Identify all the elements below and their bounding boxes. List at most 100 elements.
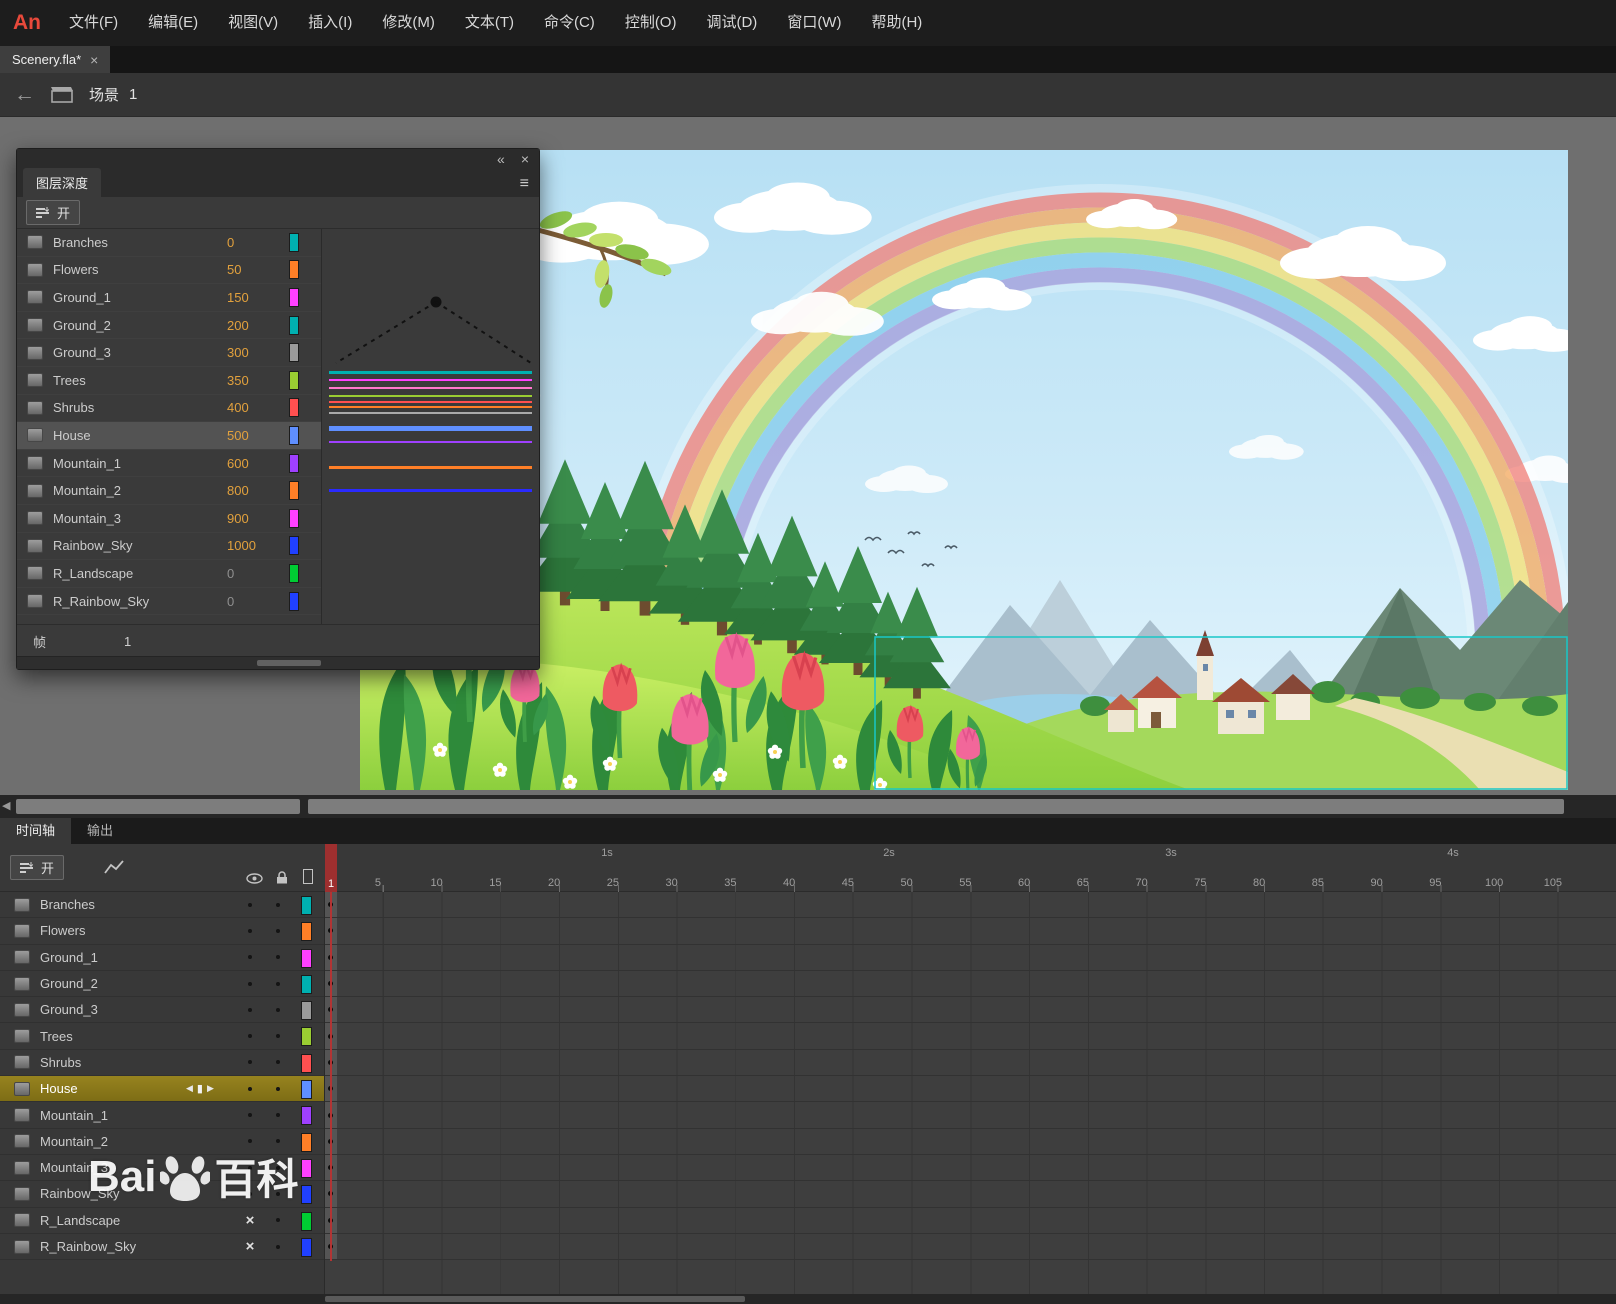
layer-color-swatch[interactable] <box>301 1027 312 1046</box>
layer-color-swatch[interactable] <box>289 509 299 528</box>
layer-visibility-toggle[interactable] <box>242 1181 258 1206</box>
layer-color-swatch[interactable] <box>289 481 299 500</box>
stage-canvas[interactable] <box>360 150 1568 790</box>
layer-color-swatch[interactable] <box>301 922 312 941</box>
layer-visibility-toggle[interactable] <box>242 1155 258 1180</box>
depth-layer-row[interactable]: R_Landscape0 <box>17 560 321 588</box>
layer-color-swatch[interactable] <box>289 288 299 307</box>
depth-viz-line[interactable] <box>329 466 532 469</box>
layer-color-swatch[interactable] <box>301 1106 312 1125</box>
timeline-grid-row[interactable] <box>325 1023 1616 1049</box>
layer-color-swatch[interactable] <box>301 1238 312 1257</box>
layer-lock-toggle[interactable] <box>270 918 286 943</box>
layer-color-swatch[interactable] <box>289 343 299 362</box>
layer-visibility-toggle[interactable] <box>242 997 258 1022</box>
menu-item[interactable]: 编辑(E) <box>133 0 213 46</box>
timeline-layer-row[interactable]: Ground_1 <box>0 945 324 971</box>
depth-panel-scrollbar[interactable] <box>17 656 539 669</box>
timeline-grid-row[interactable] <box>325 1208 1616 1234</box>
timeline-tab[interactable]: 输出 <box>71 818 129 844</box>
depth-viz-line[interactable] <box>329 379 532 381</box>
layer-depth-tab[interactable]: 图层深度 <box>23 168 101 197</box>
prev-keyframe-icon[interactable]: ◀ <box>186 1083 193 1094</box>
layer-color-swatch[interactable] <box>289 371 299 390</box>
menu-item[interactable]: 文件(F) <box>54 0 133 46</box>
back-icon[interactable]: ← <box>14 84 35 105</box>
layer-lock-toggle[interactable] <box>270 1050 286 1075</box>
layer-color-swatch[interactable] <box>301 1080 312 1099</box>
layer-color-swatch[interactable] <box>301 1185 312 1204</box>
frame-ruler[interactable]: 1s2s3s4s 5101520253035404550556065707580… <box>325 844 1616 892</box>
layer-color-swatch[interactable] <box>289 316 299 335</box>
layer-visibility-toggle[interactable] <box>242 1050 258 1075</box>
layer-lock-toggle[interactable] <box>270 1181 286 1206</box>
layer-depth-value[interactable]: 300 <box>227 345 285 360</box>
depth-layer-row[interactable]: Shrubs400 <box>17 395 321 423</box>
layer-lock-toggle[interactable] <box>270 1076 286 1101</box>
lock-icon[interactable] <box>276 871 288 884</box>
depth-layer-row[interactable]: Ground_1150 <box>17 284 321 312</box>
layer-depth-value[interactable]: 200 <box>227 318 285 333</box>
timeline-grid-row[interactable] <box>325 1234 1616 1260</box>
depth-viz-line[interactable] <box>329 371 532 374</box>
layer-color-swatch[interactable] <box>289 454 299 473</box>
menu-item[interactable]: 帮助(H) <box>856 0 937 46</box>
depth-viz[interactable] <box>322 229 539 625</box>
layer-visibility-toggle[interactable] <box>242 1023 258 1048</box>
timeline-layer-row[interactable]: Branches <box>0 892 324 918</box>
timeline-layer-row[interactable]: Ground_3 <box>0 997 324 1023</box>
menu-item[interactable]: 插入(I) <box>293 0 367 46</box>
menu-item[interactable]: 调试(D) <box>691 0 772 46</box>
scrollbar-thumb-main[interactable] <box>308 799 1564 814</box>
layer-color-swatch[interactable] <box>289 426 299 445</box>
menu-item[interactable]: 文本(T) <box>450 0 529 46</box>
layer-depth-value[interactable]: 0 <box>227 566 285 581</box>
playhead-line[interactable] <box>330 892 332 1261</box>
layer-color-swatch[interactable] <box>289 564 299 583</box>
layer-visibility-toggle[interactable]: × <box>242 1208 258 1233</box>
layer-color-swatch[interactable] <box>289 233 299 252</box>
layer-depth-value[interactable]: 0 <box>227 235 285 250</box>
layer-color-swatch[interactable] <box>289 398 299 417</box>
timeline-layer-row[interactable]: Mountain_1 <box>0 1102 324 1128</box>
timeline-layer-row[interactable]: R_Rainbow_Sky× <box>0 1234 324 1260</box>
layer-visibility-toggle[interactable] <box>242 1076 258 1101</box>
timeline-grid-row[interactable] <box>325 945 1616 971</box>
layer-lock-toggle[interactable] <box>270 892 286 917</box>
timeline-grid-row[interactable] <box>325 892 1616 918</box>
graph-editor-icon[interactable] <box>104 859 124 875</box>
layer-lock-toggle[interactable] <box>270 971 286 996</box>
tab-close-icon[interactable]: × <box>90 52 98 68</box>
timeline-layer-row[interactable]: Shrubs <box>0 1050 324 1076</box>
timeline-grid-row[interactable] <box>325 997 1616 1023</box>
timeline-layer-row[interactable]: R_Landscape× <box>0 1208 324 1234</box>
layer-lock-toggle[interactable] <box>270 1023 286 1048</box>
depth-layer-row[interactable]: R_Rainbow_Sky0 <box>17 588 321 616</box>
layer-depth-value[interactable]: 0 <box>227 594 285 609</box>
depth-layer-row[interactable]: Ground_3300 <box>17 339 321 367</box>
timeline-grid-row[interactable] <box>325 1102 1616 1128</box>
layer-color-swatch[interactable] <box>301 896 312 915</box>
timeline-grid-row[interactable] <box>325 971 1616 997</box>
depth-viz-line[interactable] <box>329 441 532 443</box>
timeline-layer-row[interactable]: Mountain_2 <box>0 1129 324 1155</box>
depth-layer-row[interactable]: Trees350 <box>17 367 321 395</box>
scroll-left-icon[interactable]: ◀ <box>2 799 10 812</box>
depth-viz-line[interactable] <box>329 406 532 408</box>
timeline-tab[interactable]: 时间轴 <box>0 818 71 844</box>
depth-viz-line[interactable] <box>329 387 532 389</box>
layer-depth-value[interactable]: 600 <box>227 456 285 471</box>
timeline-grid[interactable] <box>325 892 1616 1304</box>
depth-layer-row[interactable]: Mountain_3900 <box>17 505 321 533</box>
layer-depth-value[interactable]: 900 <box>227 511 285 526</box>
layer-depth-value[interactable]: 500 <box>227 428 285 443</box>
layer-visibility-toggle[interactable]: × <box>242 1234 258 1259</box>
layer-visibility-toggle[interactable] <box>242 918 258 943</box>
layer-depth-value[interactable]: 400 <box>227 400 285 415</box>
layer-lock-toggle[interactable] <box>270 997 286 1022</box>
layer-color-swatch[interactable] <box>301 1054 312 1073</box>
layer-depth-value[interactable]: 1000 <box>227 538 285 553</box>
timeline-grid-row[interactable] <box>325 918 1616 944</box>
timeline-layer-row[interactable]: Rainbow_Sky <box>0 1181 324 1207</box>
layer-color-swatch[interactable] <box>289 536 299 555</box>
